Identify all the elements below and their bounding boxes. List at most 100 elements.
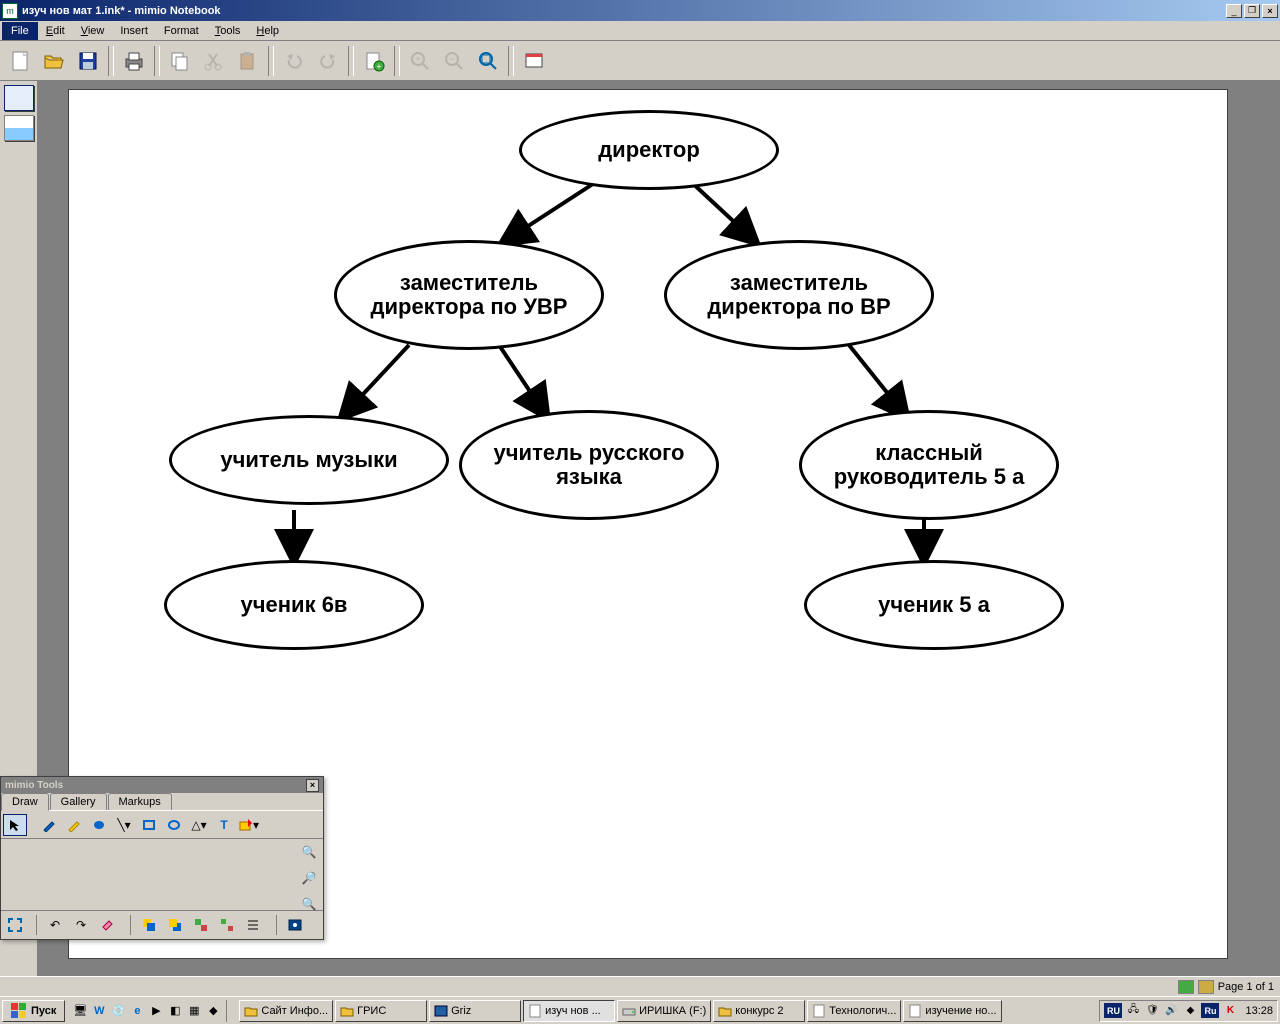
page-thumbnail-2[interactable] [4, 115, 34, 141]
separator [348, 46, 354, 76]
ql-word-icon[interactable]: W [90, 1002, 108, 1020]
tool-reveal[interactable] [283, 914, 307, 936]
cut-button[interactable] [198, 45, 230, 77]
tray-lang-2[interactable]: Ru [1201, 1003, 1219, 1018]
taskbar-item[interactable]: изуч нов ... [523, 1000, 615, 1022]
tab-gallery[interactable]: Gallery [50, 793, 107, 810]
tool-pen[interactable] [37, 814, 61, 836]
insert-page-button[interactable]: + [358, 45, 390, 77]
tools-panel-titlebar[interactable]: mimio Tools × [1, 777, 323, 793]
minimize-button[interactable]: _ [1226, 4, 1242, 18]
taskbar-item-icon [340, 1004, 354, 1018]
save-button[interactable] [72, 45, 104, 77]
menu-format[interactable]: Format [156, 23, 207, 39]
new-button[interactable] [4, 45, 36, 77]
tray-lang-1[interactable]: RU [1104, 1003, 1122, 1018]
tool-rotate-right[interactable]: ↷ [69, 914, 93, 936]
svg-text:+: + [415, 54, 420, 64]
tools-panel-close-button[interactable]: × [306, 779, 319, 792]
tool-back[interactable] [163, 914, 187, 936]
copy-button[interactable] [164, 45, 196, 77]
diagram-node-deputy-uvr[interactable]: заместитель директора по УВР [334, 240, 604, 350]
menu-file[interactable]: File [2, 22, 38, 40]
tool-triangle[interactable]: △▾ [187, 814, 211, 836]
menu-insert[interactable]: Insert [112, 23, 156, 39]
close-button[interactable]: × [1262, 4, 1278, 18]
tab-draw[interactable]: Draw [1, 793, 49, 811]
tool-ellipse-fill[interactable] [87, 814, 111, 836]
tray-app-icon[interactable]: ◆ [1182, 1003, 1198, 1019]
tray-shield-icon[interactable]: 🛡 [1144, 1003, 1160, 1019]
taskbar-item-label: изучение но... [925, 1005, 996, 1017]
diagram-node-music-teacher[interactable]: учитель музыки [169, 415, 449, 505]
tool-eraser[interactable] [95, 914, 119, 936]
separator [508, 46, 514, 76]
tray-net-icon[interactable]: 🖧 [1125, 1003, 1141, 1019]
diagram-node-deputy-vr[interactable]: заместитель директора по ВР [664, 240, 934, 350]
ql-ie-icon[interactable]: e [128, 1002, 146, 1020]
print-button[interactable] [118, 45, 150, 77]
taskbar-item[interactable]: ГРИС [335, 1000, 427, 1022]
ql-app3-icon[interactable]: ◆ [204, 1002, 222, 1020]
diagram-node-student-6v[interactable]: ученик 6в [164, 560, 424, 650]
diagram-node-russian-teacher[interactable]: учитель русского языка [459, 410, 719, 520]
zoom-fit-button[interactable] [472, 45, 504, 77]
menu-tools[interactable]: ToolsTools [207, 23, 249, 39]
mimio-tools-panel[interactable]: mimio Tools × Draw Gallery Markups ╲▾ △▾… [0, 776, 324, 940]
tool-line[interactable]: ╲▾ [112, 814, 136, 836]
app-icon: m [2, 3, 18, 19]
undo-button[interactable] [278, 45, 310, 77]
ql-desktop-icon[interactable]: 🖥 [71, 1002, 89, 1020]
separator [268, 46, 274, 76]
tool-front[interactable] [137, 914, 161, 936]
start-button[interactable]: Пуск [2, 1000, 65, 1022]
tab-markups[interactable]: Markups [108, 793, 172, 810]
tool-fullscreen[interactable] [3, 914, 27, 936]
svg-text:+: + [377, 62, 382, 71]
tool-zoom-out-icon[interactable]: 🔍 [297, 893, 321, 915]
tool-import[interactable]: ▾ [237, 814, 261, 836]
taskbar-item[interactable]: изучение но... [903, 1000, 1001, 1022]
taskbar-item[interactable]: Сайт Инфо... [239, 1000, 333, 1022]
tool-align[interactable] [241, 914, 265, 936]
tool-group[interactable] [189, 914, 213, 936]
tool-zoom-in-icon[interactable]: 🔍 [297, 841, 321, 863]
separator [108, 46, 114, 76]
taskbar-item[interactable]: Griz [429, 1000, 521, 1022]
tool-rotate-left[interactable]: ↶ [43, 914, 67, 936]
diagram-node-student-5a[interactable]: ученик 5 а [804, 560, 1064, 650]
paste-button[interactable] [232, 45, 264, 77]
zoom-out-button[interactable]: − [438, 45, 470, 77]
diagram-node-class-head-5a[interactable]: классный руководитель 5 а [799, 410, 1059, 520]
page-thumbnail-1[interactable] [4, 85, 34, 111]
tool-rect[interactable] [137, 814, 161, 836]
ql-app2-icon[interactable]: ▦ [185, 1002, 203, 1020]
tool-ellipse[interactable] [162, 814, 186, 836]
maximize-button[interactable]: ❐ [1244, 4, 1260, 18]
ql-app1-icon[interactable]: ◧ [166, 1002, 184, 1020]
fullscreen-button[interactable] [518, 45, 550, 77]
menu-view[interactable]: ViewView [73, 23, 113, 39]
tray-k-icon[interactable]: K [1222, 1003, 1238, 1019]
separator [154, 46, 160, 76]
tool-ungroup[interactable] [215, 914, 239, 936]
menu-edit[interactable]: EEditdit [38, 23, 73, 39]
tool-highlighter[interactable] [62, 814, 86, 836]
taskbar-item[interactable]: ИРИШКА (F:) [617, 1000, 711, 1022]
ql-media-icon[interactable]: ▶ [147, 1002, 165, 1020]
status-chip-2 [1198, 980, 1214, 994]
ql-disc-icon[interactable]: 💿 [109, 1002, 127, 1020]
diagram-node-director[interactable]: директор [519, 110, 779, 190]
window-title: изуч нов мат 1.ink* - mimio Notebook [22, 5, 1226, 17]
tool-select-arrow[interactable] [3, 814, 27, 836]
taskbar-item[interactable]: Технологич... [807, 1000, 901, 1022]
tray-vol-icon[interactable]: 🔊 [1163, 1003, 1179, 1019]
zoom-in-button[interactable]: + [404, 45, 436, 77]
menu-help[interactable]: HelpHelp [248, 23, 287, 39]
tool-zoom-reset-icon[interactable]: 🔎 [297, 867, 321, 889]
open-button[interactable] [38, 45, 70, 77]
tool-text[interactable]: T [212, 814, 236, 836]
tray-clock[interactable]: 13:28 [1241, 1005, 1273, 1017]
redo-button[interactable] [312, 45, 344, 77]
taskbar-item[interactable]: конкурс 2 [713, 1000, 805, 1022]
